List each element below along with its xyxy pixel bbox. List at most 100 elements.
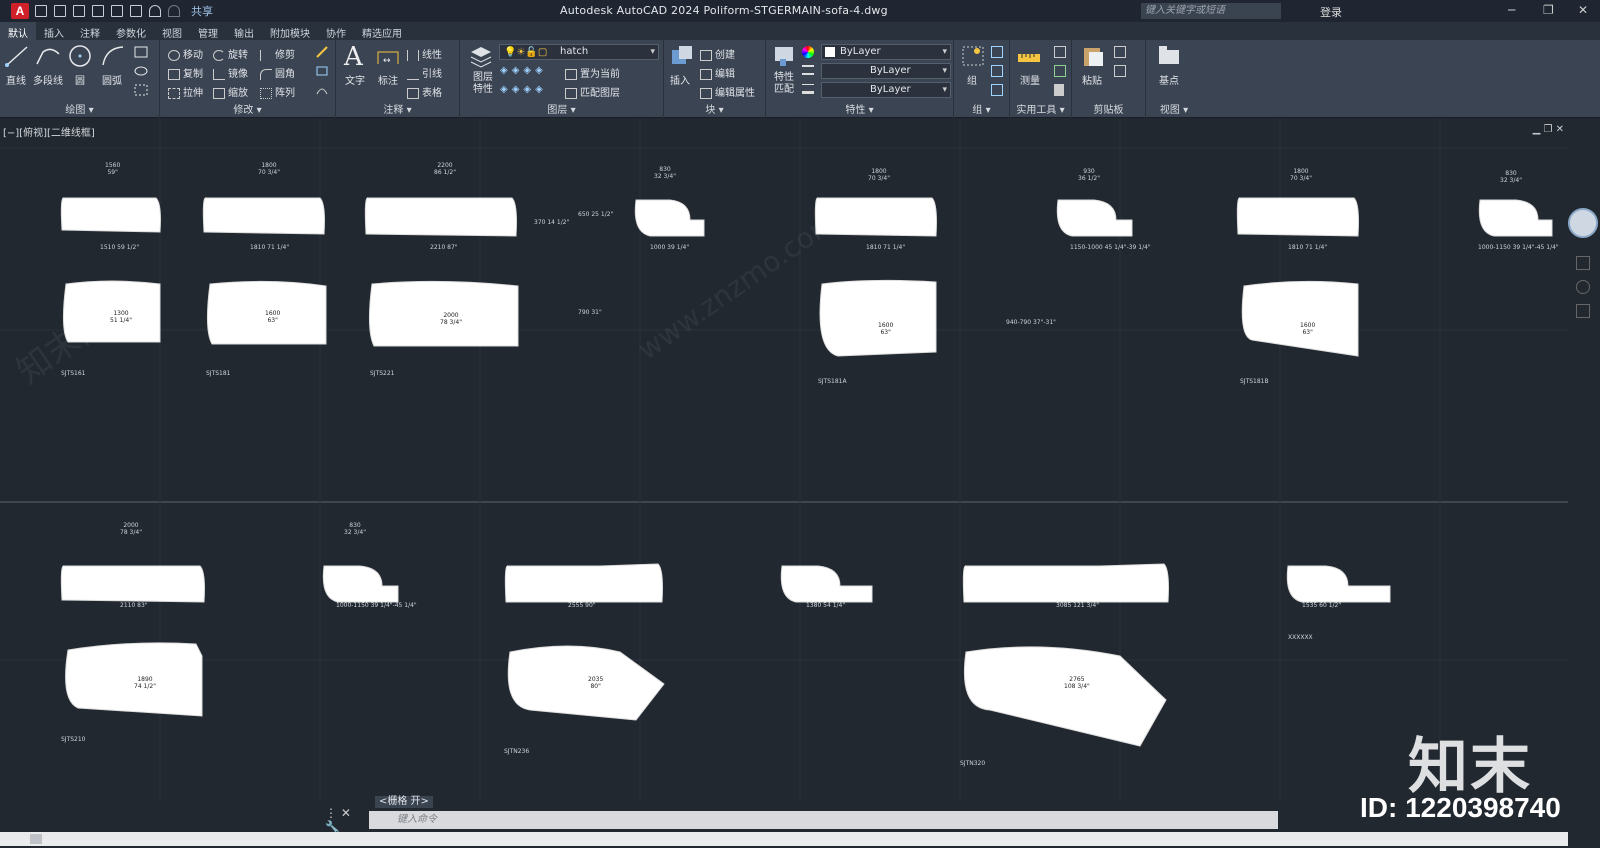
region-icon[interactable] (134, 84, 148, 96)
linetype-dropdown[interactable]: ByLayer (821, 63, 951, 79)
polyline-icon[interactable] (35, 44, 61, 68)
tab-insert[interactable]: 插入 (36, 22, 72, 40)
draw-group-label[interactable]: 绘图 ▾ (0, 101, 159, 116)
array-tool[interactable]: 阵列 (260, 84, 295, 99)
edit-block-button[interactable]: 编辑 (700, 65, 735, 80)
edit-attributes-button[interactable]: 编辑属性 (700, 84, 755, 99)
match-properties-label[interactable]: 特性 匹配 (774, 72, 794, 96)
group-tool-label[interactable]: 组 (967, 72, 977, 87)
calculator-icon[interactable] (1054, 84, 1064, 96)
circle-tool-label[interactable]: 圆 (75, 72, 85, 87)
lineweight-icon[interactable] (802, 84, 814, 94)
modify-group-label[interactable]: 修改 ▾ (160, 101, 335, 116)
block-group-label[interactable]: 块 ▾ (664, 101, 765, 116)
trim-tool[interactable]: 修剪 (260, 46, 295, 61)
fillet-tool[interactable]: 圆角 (260, 65, 295, 80)
circle-icon[interactable] (67, 44, 93, 68)
match-properties-icon[interactable] (772, 44, 798, 68)
tab-annotate[interactable]: 注释 (72, 22, 108, 40)
clipboard-group-label[interactable]: 剪贴板 (1072, 101, 1145, 116)
view-group-label[interactable]: 视图 ▾ (1146, 101, 1202, 116)
arc-icon[interactable] (100, 44, 126, 68)
new-file-icon[interactable] (35, 5, 47, 17)
line-tool-label[interactable]: 直线 (6, 72, 26, 87)
drawing-viewport[interactable]: [−][俯视][二维线框] ▁ ❐ ✕ 1560 59" 1800 70 3/4" … (0, 119, 1568, 799)
minimize-icon[interactable]: ─ (1508, 3, 1515, 17)
move-tool[interactable]: 移动 (168, 46, 203, 61)
layer-tools-row1[interactable]: ◈◈◈◈ (500, 65, 547, 76)
dimension-icon[interactable]: ↔ (375, 44, 401, 68)
paste-icon[interactable] (1080, 44, 1106, 68)
restore-icon[interactable]: ❐ (1543, 3, 1554, 17)
horizontal-scrollbar[interactable] (0, 832, 1568, 846)
share-button[interactable]: 共享 (191, 3, 213, 19)
tab-default[interactable]: 默认 (0, 22, 36, 40)
color-wheel-icon[interactable] (802, 46, 814, 58)
measure-icon[interactable] (1016, 46, 1042, 70)
tab-featured-apps[interactable]: 精选应用 (354, 22, 410, 40)
set-current-layer-button[interactable]: 置为当前 (565, 65, 620, 80)
tab-output[interactable]: 输出 (226, 22, 262, 40)
rectangle-icon[interactable] (134, 46, 148, 58)
tab-manage[interactable]: 管理 (190, 22, 226, 40)
measure-tool-label[interactable]: 测量 (1020, 72, 1040, 87)
group-select-icon[interactable] (991, 84, 1003, 96)
paste-tool-label[interactable]: 粘贴 (1082, 72, 1102, 87)
close-icon[interactable]: ✕ (1578, 3, 1588, 17)
tab-view[interactable]: 视图 (154, 22, 190, 40)
color-dropdown[interactable]: ByLayer (821, 44, 951, 60)
stretch-tool[interactable]: 拉伸 (168, 84, 203, 99)
tab-parametric[interactable]: 参数化 (108, 22, 154, 40)
linear-tool[interactable]: 线性 (407, 46, 442, 61)
hatch-icon[interactable] (134, 65, 148, 77)
redo-icon[interactable] (168, 5, 180, 17)
base-point-icon[interactable] (1156, 44, 1182, 68)
polyline-tool-label[interactable]: 多段线 (33, 72, 63, 87)
base-point-label[interactable]: 基点 (1159, 72, 1179, 87)
tab-addins[interactable]: 附加模块 (262, 22, 318, 40)
line-icon[interactable] (4, 44, 30, 68)
insert-block-icon[interactable] (669, 44, 695, 68)
search-input[interactable]: 键入关键字或短语 (1141, 3, 1281, 19)
zoom-icon[interactable] (1576, 280, 1590, 294)
utilities-group-label[interactable]: 实用工具 ▾ (1010, 101, 1071, 116)
annotation-group-label[interactable]: 注释 ▾ (336, 101, 459, 116)
navigation-bar[interactable] (1568, 170, 1600, 330)
dimension-tool-label[interactable]: 标注 (378, 72, 398, 87)
quick-select-icon[interactable] (1054, 46, 1066, 58)
point-icon[interactable] (1054, 65, 1066, 77)
insert-block-label[interactable]: 插入 (670, 72, 690, 87)
erase-icon[interactable] (315, 46, 329, 58)
command-line-controls[interactable]: ⋮ ✕ 🔧 (325, 806, 369, 834)
create-block-button[interactable]: 创建 (700, 46, 735, 61)
groups-group-label[interactable]: 组 ▾ (954, 101, 1009, 116)
save-icon[interactable] (73, 5, 85, 17)
mirror-tool[interactable]: 镜像 (213, 65, 248, 80)
ungroup-icon[interactable] (991, 46, 1003, 58)
tab-collaborate[interactable]: 协作 (318, 22, 354, 40)
layer-tools-row2[interactable]: ◈◈◈◈ (500, 84, 547, 95)
save-as-icon[interactable] (92, 5, 104, 17)
arc-tool-label[interactable]: 圆弧 (102, 72, 122, 87)
undo-icon[interactable] (149, 5, 161, 17)
autocad-logo-icon[interactable]: A (11, 3, 29, 19)
plot-icon[interactable] (130, 5, 142, 17)
open-web-icon[interactable] (111, 5, 123, 17)
table-tool[interactable]: 表格 (407, 84, 442, 99)
match-layer-button[interactable]: 匹配图层 (565, 84, 620, 99)
pan-icon[interactable] (1576, 256, 1590, 270)
cut-clip-icon[interactable] (1114, 65, 1126, 77)
properties-group-label[interactable]: 特性 ▾ (766, 101, 953, 116)
layer-properties-icon[interactable] (468, 44, 494, 68)
scrollbar-thumb[interactable] (30, 834, 42, 844)
open-file-icon[interactable] (54, 5, 66, 17)
linetype-icon[interactable] (802, 65, 814, 75)
login-button[interactable]: 登录 (1320, 4, 1342, 20)
group-edit-icon[interactable] (991, 65, 1003, 77)
steering-wheel-icon[interactable] (1568, 208, 1598, 238)
text-icon[interactable]: A (344, 42, 363, 72)
orbit-icon[interactable] (1576, 304, 1590, 318)
command-input[interactable]: 键入命令 (369, 811, 1278, 829)
leader-tool[interactable]: 引线 (407, 65, 442, 80)
layer-properties-label[interactable]: 图层 特性 (473, 72, 493, 96)
